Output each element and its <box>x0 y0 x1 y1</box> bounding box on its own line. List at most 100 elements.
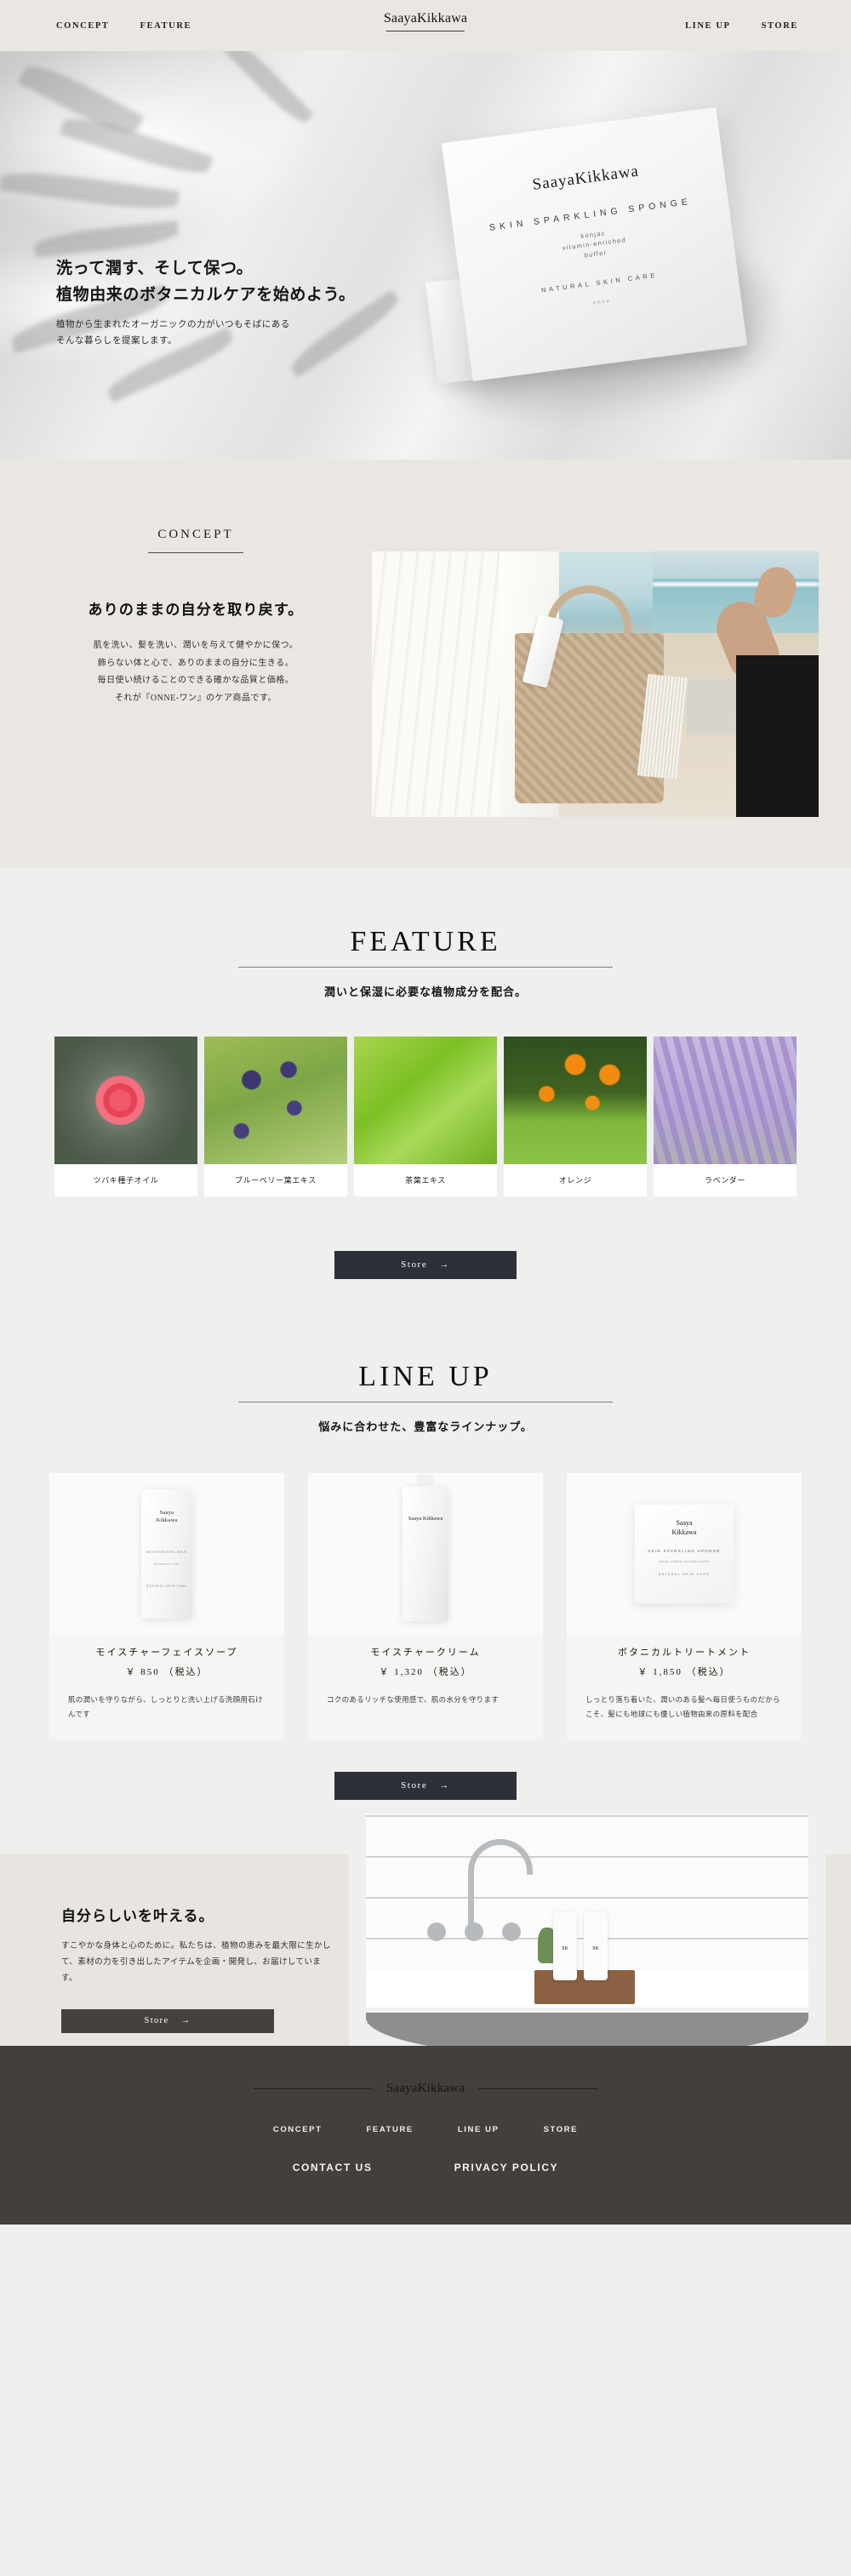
concept-body: 肌を洗い、髪を洗い、潤いを与えて健やかに保つ。 飾らない体と心で、ありのままの自… <box>0 637 391 707</box>
lineup-heading: LINE UP <box>358 1361 493 1392</box>
lineup-grid: Saaya Kikkawa MOISTURIZING MILK botanica… <box>0 1473 851 1740</box>
package-micro-text: NATURAL SKIN CARE <box>146 1585 188 1588</box>
feature-card[interactable]: ブルーベリー葉エキス <box>204 1037 347 1197</box>
hero-headline-line2: 植物由来のボタニカルケアを始めよう。 <box>56 286 356 305</box>
product-price: ￥ 850 （税込） <box>125 1667 208 1677</box>
cta-bottle-label: SK <box>592 1946 599 1952</box>
hero-product-package: SaayaKikkawa SKIN SPARKLING SPONGE konja… <box>417 95 817 436</box>
feature-heading: FEATURE <box>350 926 501 957</box>
footer-rule-left <box>253 2088 373 2090</box>
product-body: モイスチャークリーム ￥ 1,320 （税込） コクのあるリッチな使用感で、肌の… <box>308 1635 543 1726</box>
product-image: Saaya Kikkawa <box>308 1473 543 1635</box>
hero-section: SaayaKikkawa SKIN SPARKLING SPONGE konja… <box>0 51 851 460</box>
concept-label: CONCEPT <box>157 528 234 541</box>
beach-white-fabric <box>372 551 512 817</box>
feature-card-label: ラベンダー <box>704 1176 745 1185</box>
concept-body-line-2: 飾らない体と心で、ありのままの自分に生きる。 <box>97 658 294 668</box>
product-body: ボタニカルトリートメント ￥ 1,850 （税込） しっとり落ち着いた、潤いのあ… <box>567 1635 802 1739</box>
concept-body-line-1: 肌を洗い、髪を洗い、潤いを与えて健やかに保つ。 <box>93 641 299 650</box>
arrow-right-icon: → <box>180 2016 191 2026</box>
lineup-subheading: 悩みに合わせた、豊富なラインナップ。 <box>318 1420 533 1433</box>
primary-nav-left: CONCEPT FEATURE <box>56 21 191 31</box>
feature-section: FEATURE 潤いと保湿に必要な植物成分を配合。 ツバキ種子オイル ブルーベリ… <box>0 868 851 1279</box>
lineup-store-button[interactable]: Store → <box>334 1772 517 1801</box>
product-description: 肌の潤いを守りながら、しっとりと洗い上げる洗顔用石けんです <box>68 1695 263 1718</box>
concept-rule <box>148 552 243 553</box>
nav-link-feature[interactable]: FEATURE <box>140 21 192 31</box>
product-package-brand: Saaya Kikkawa <box>408 1516 443 1522</box>
concept-body-line-3: 毎日使い続けることのできる確かな品質と価格。 <box>97 676 294 685</box>
footer-brand-text: SaayaKikkawa <box>386 2082 465 2096</box>
site-brand-text: SaayaKikkawa <box>383 11 468 26</box>
package-micro-text: MOISTURIZING MILK <box>146 1551 187 1554</box>
orange-grove-image <box>504 1037 647 1164</box>
product-description: コクのあるリッチな使用感で、肌の水分を守ります <box>327 1695 500 1704</box>
feature-card[interactable]: 茶葉エキス <box>354 1037 497 1197</box>
feature-card[interactable]: オレンジ <box>504 1037 647 1197</box>
cta-body: すこやかな身体と心のために。私たちは、植物の恵みを最大限に生かして、素材の力を引… <box>61 1942 331 1984</box>
lineup-heading-block: LINE UP 悩みに合わせた、豊富なラインナップ。 <box>0 1361 851 1434</box>
product-name: モイスチャーフェイスソープ <box>95 1648 238 1658</box>
package-brand-text: SaayaKikkawa <box>531 162 641 194</box>
package-footline: NATURAL SKIN CARE <box>540 271 659 294</box>
primary-nav-right: LINE UP STORE <box>685 21 798 31</box>
cta-bottle-left: SK <box>553 1912 577 1981</box>
site-header: CONCEPT FEATURE SaayaKikkawa LINE UP STO… <box>0 0 851 51</box>
faucet-valve-right <box>502 1922 521 1942</box>
feature-subheading: 潤いと保湿に必要な植物成分を配合。 <box>323 985 527 998</box>
package-footline: NATURAL SKIN CARE <box>658 1573 711 1577</box>
nav-link-store[interactable]: STORE <box>762 21 798 31</box>
cta-bottle-label: SK <box>562 1946 568 1952</box>
footer-link-feature[interactable]: FEATURE <box>367 2125 414 2134</box>
footer-secondary-nav: CONTACT US PRIVACY POLICY <box>0 2162 851 2173</box>
product-card[interactable]: Saaya Kikkawa MOISTURIZING MILK botanica… <box>49 1473 284 1740</box>
faucet-valve-left <box>427 1922 446 1942</box>
hero-subtext-line1: 植物から生まれたオーガニックの力がいつもそばにある <box>56 319 290 329</box>
feature-card-label: オレンジ <box>558 1176 592 1185</box>
footer-link-contact-us[interactable]: CONTACT US <box>293 2162 373 2173</box>
package-upper-box: SaayaKikkawa SKIN SPARKLING SPONGE konja… <box>441 106 748 382</box>
nav-link-concept[interactable]: CONCEPT <box>56 21 110 31</box>
product-body: モイスチャーフェイスソープ ￥ 850 （税込） 肌の潤いを守りながら、しっとり… <box>49 1635 284 1739</box>
footer-link-store[interactable]: STORE <box>544 2125 579 2134</box>
site-brand[interactable]: SaayaKikkawa <box>384 11 467 31</box>
lineup-store-button-label: Store <box>401 1780 428 1791</box>
product-card[interactable]: Saaya Kikkawa SKIN SPARKLING SPONGE konj… <box>567 1473 802 1740</box>
feature-heading-block: FEATURE 潤いと保湿に必要な植物成分を配合。 <box>0 926 851 999</box>
faucet-riser <box>468 1871 474 1928</box>
hero-headline: 洗って潤す、そして保つ。 植物由来のボタニカルケアを始めよう。 <box>56 255 356 309</box>
arrow-right-icon: → <box>439 1780 450 1791</box>
tea-leaf-image <box>354 1037 497 1164</box>
feature-card[interactable]: ラベンダー <box>654 1037 797 1197</box>
footer-link-concept[interactable]: CONCEPT <box>273 2125 323 2134</box>
product-price: ￥ 1,320 （税込） <box>379 1667 472 1677</box>
product-image: Saaya Kikkawa MOISTURIZING MILK botanica… <box>49 1473 284 1635</box>
feature-grid: ツバキ種子オイル ブルーベリー葉エキス 茶葉エキス オレンジ ラベンダー <box>0 1037 851 1197</box>
product-name: ボタニカルトリートメント <box>618 1648 751 1658</box>
footer-link-privacy-policy[interactable]: PRIVACY POLICY <box>454 2162 559 2173</box>
package-note: konjac vitamin-enriched buffer <box>658 1560 711 1564</box>
concept-copy: CONCEPT ありのままの自分を取り戻す。 肌を洗い、髪を洗い、潤いを与えて健… <box>0 528 391 707</box>
feature-store-button[interactable]: Store → <box>334 1251 517 1279</box>
lineup-section: LINE UP 悩みに合わせた、豊富なラインナップ。 Saaya Kikkawa… <box>0 1279 851 1801</box>
cta-store-button[interactable]: Store → <box>61 2009 274 2034</box>
product-package-brand: Saaya Kikkawa <box>156 1510 178 1523</box>
concept-heading: ありのままの自分を取り戻す。 <box>88 602 304 618</box>
feature-heading-rule <box>238 967 613 968</box>
hero-headline-line1: 洗って潤す、そして保つ。 <box>56 260 254 277</box>
nav-link-lineup[interactable]: LINE UP <box>685 21 731 31</box>
product-description: しっとり落ち着いた、潤いのある髪へ毎日使うものだからこそ、髪にも地球にも優しい植… <box>585 1695 780 1718</box>
cta-section: 自分らしいを叶える。 すこやかな身体と心のために。私たちは、植物の恵みを最大限に… <box>0 1802 851 2058</box>
moisture-cream-bottle: Saaya Kikkawa <box>403 1475 448 1621</box>
footer-link-lineup[interactable]: LINE UP <box>458 2125 500 2134</box>
feature-card[interactable]: ツバキ種子オイル <box>54 1037 197 1197</box>
product-card[interactable]: Saaya Kikkawa モイスチャークリーム ￥ 1,320 （税込） コク… <box>308 1473 543 1740</box>
product-name: モイスチャークリーム <box>370 1648 481 1658</box>
product-image: Saaya Kikkawa SKIN SPARKLING SPONGE konj… <box>567 1473 802 1635</box>
package-tagline: SKIN SPARKLING SPONGE <box>648 1549 721 1554</box>
cta-image: SK SK <box>349 1802 825 2058</box>
hero-copy: 洗って潤す、そして保つ。 植物由来のボタニカルケアを始めよう。 植物から生まれた… <box>56 255 356 350</box>
cta-bottle-right: SK <box>584 1912 608 1981</box>
lavender-field-image <box>654 1037 797 1164</box>
hero-subtext-line2: そんな暮らしを提案します。 <box>56 336 177 346</box>
